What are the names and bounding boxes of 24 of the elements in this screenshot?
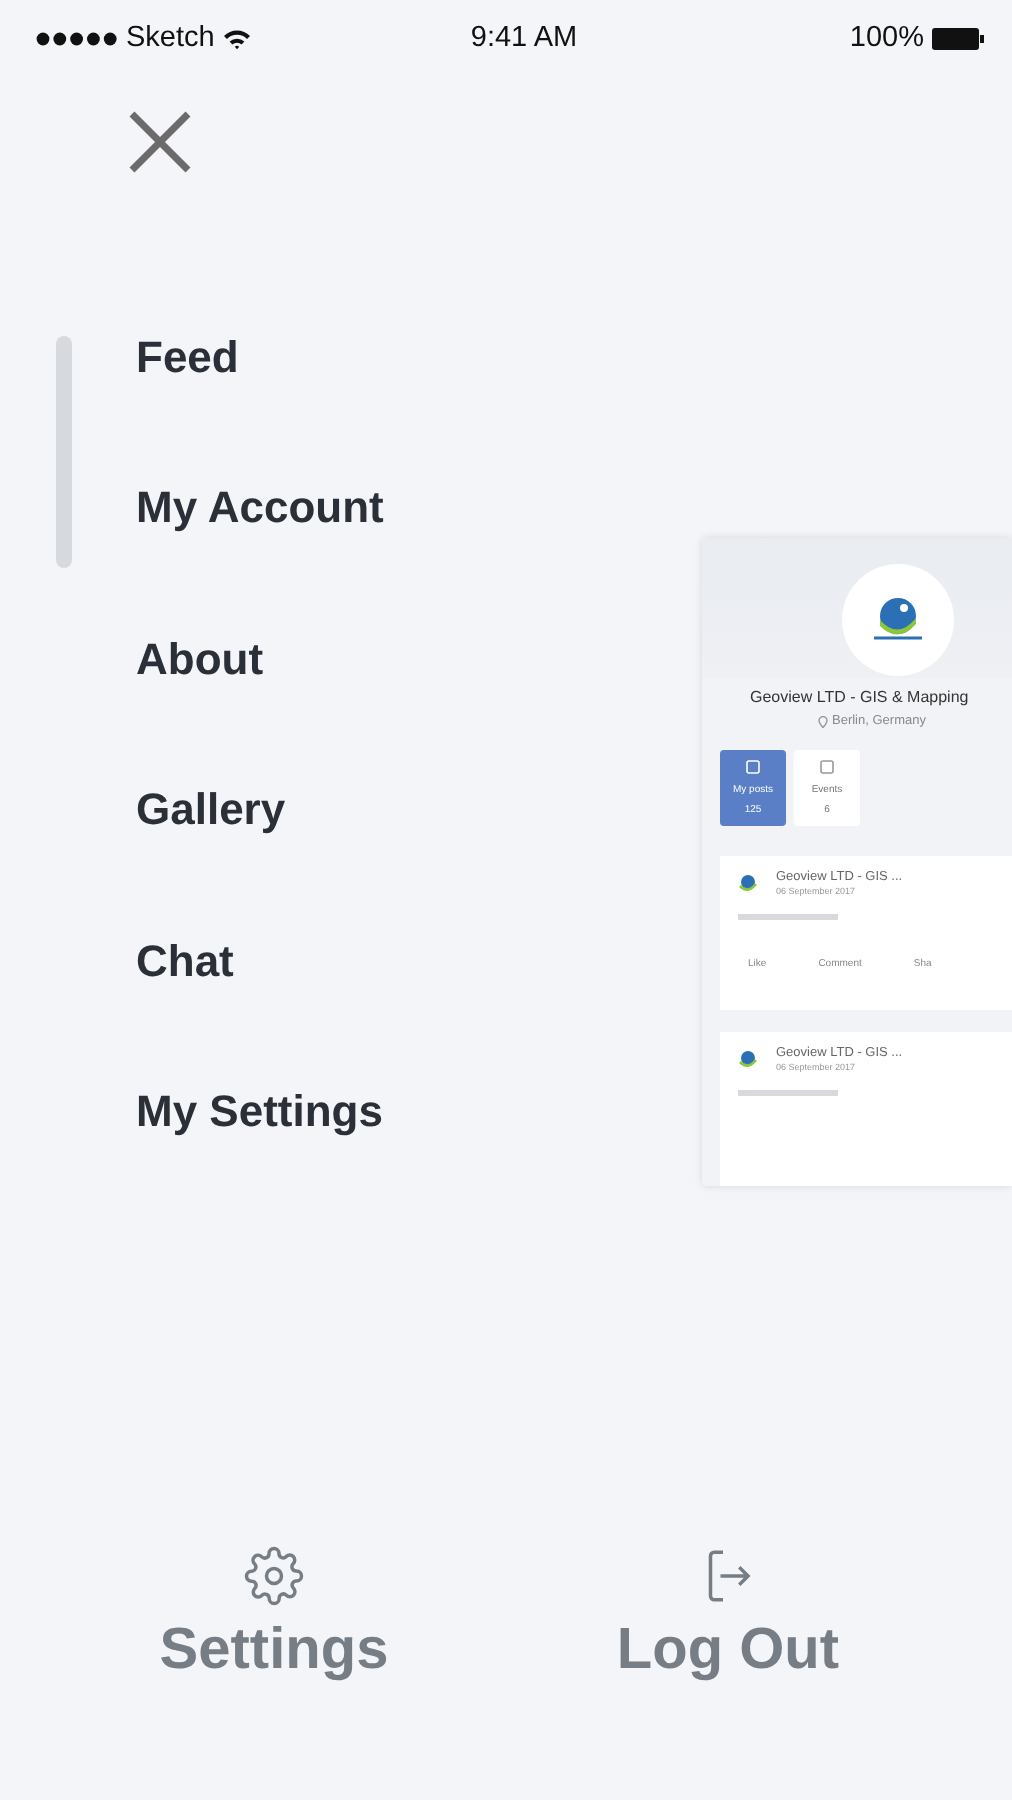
signal-icon [36, 31, 118, 45]
company-name: Geoview LTD - GIS & Mapping [750, 688, 971, 706]
pin-icon [818, 715, 828, 727]
square-icon [746, 759, 760, 774]
blurred-text [738, 914, 838, 920]
menu-item[interactable]: Chat [136, 935, 234, 988]
settings-button[interactable]: Settings [74, 1546, 474, 1684]
menu-item[interactable]: My Account [136, 482, 384, 535]
menu-item[interactable]: My Settings [136, 1086, 383, 1139]
close-button[interactable] [128, 110, 192, 174]
menu-item[interactable]: About [136, 633, 264, 686]
avatar-icon [736, 1047, 760, 1071]
battery-icon [931, 27, 984, 49]
status-time: 9:41 AM [470, 22, 578, 54]
blurred-text [738, 1090, 838, 1096]
carrier-name: Sketch [126, 22, 215, 54]
square-icon [820, 759, 834, 774]
logout-button[interactable]: Log Out [528, 1546, 928, 1684]
avatar-icon [736, 871, 760, 895]
menu-item[interactable]: Feed [136, 331, 239, 384]
settings-icon [244, 1546, 304, 1606]
menu-item[interactable]: Gallery [136, 784, 286, 837]
battery-percent: 100% [849, 22, 924, 54]
wifi-icon [222, 27, 253, 49]
